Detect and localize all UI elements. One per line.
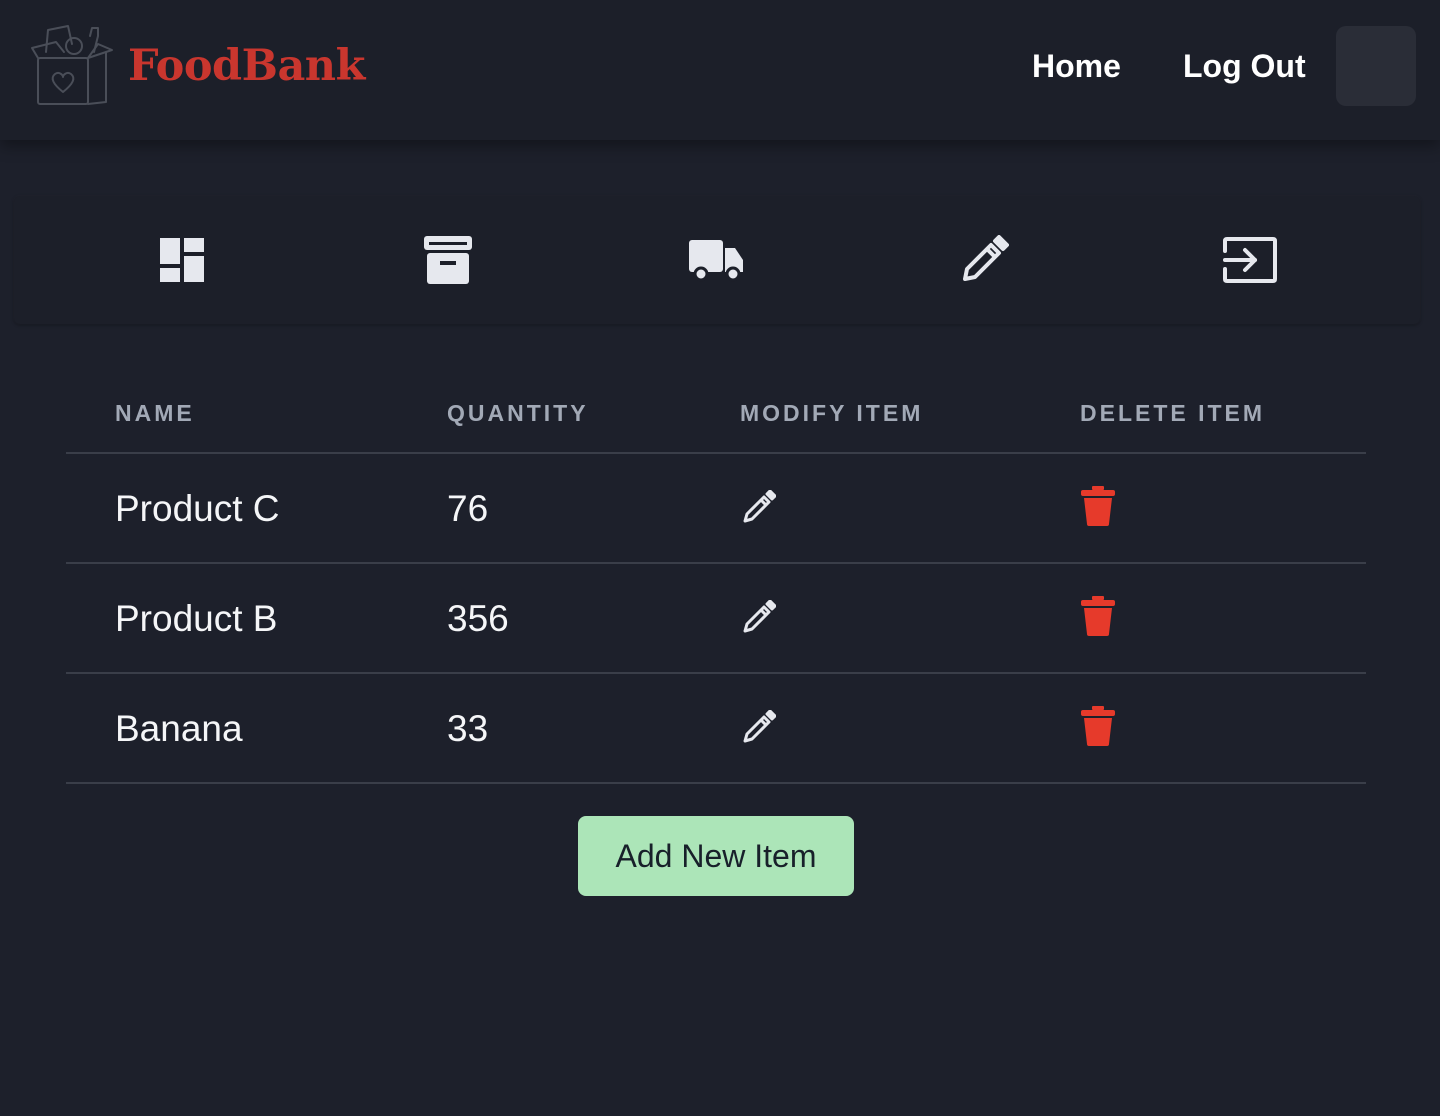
archive-icon: [424, 236, 472, 284]
nav-home-link[interactable]: Home: [1032, 46, 1121, 86]
avatar-button[interactable]: [1336, 26, 1416, 106]
item-quantity: 33: [447, 708, 489, 749]
table-row: Product B 356: [66, 564, 1366, 674]
trash-icon: [1081, 486, 1115, 526]
item-name: Banana: [115, 708, 243, 749]
header-delete-item: DELETE ITEM: [1080, 400, 1266, 426]
sign-in-icon: [1223, 237, 1277, 283]
toolbar: [14, 196, 1420, 324]
header-modify-item: MODIFY ITEM: [740, 400, 924, 426]
item-quantity: 76: [447, 488, 489, 529]
toolbar-truck-button[interactable]: [676, 220, 756, 300]
delete-item-button[interactable]: [1080, 596, 1116, 636]
inventory-table: NAME QUANTITY MODIFY ITEM DELETE ITEM Pr…: [66, 372, 1366, 784]
item-name: Product C: [115, 488, 280, 529]
header-name[interactable]: NAME: [115, 400, 195, 427]
trash-icon: [1081, 706, 1115, 746]
toolbar-archive-button[interactable]: [408, 220, 488, 300]
trash-icon: [1081, 596, 1115, 636]
item-name: Product B: [115, 598, 278, 639]
table-header: NAME QUANTITY MODIFY ITEM DELETE ITEM: [66, 372, 1366, 454]
brand-name[interactable]: FoodBank: [128, 38, 365, 94]
delete-item-button[interactable]: [1080, 486, 1116, 526]
item-quantity: 356: [447, 598, 509, 639]
nav-logout-link[interactable]: Log Out: [1183, 46, 1306, 86]
app-header: FoodBank Home Log Out: [0, 0, 1440, 140]
edit-item-button[interactable]: [742, 489, 777, 524]
add-new-item-button[interactable]: Add New Item: [578, 816, 854, 896]
toolbar-dashboard-button[interactable]: [142, 220, 222, 300]
truck-icon: [689, 240, 743, 282]
header-quantity[interactable]: QUANTITY: [447, 400, 589, 427]
toolbar-signin-button[interactable]: [1210, 220, 1290, 300]
pencil-icon: [743, 709, 777, 743]
pencil-icon: [743, 599, 777, 633]
edit-item-button[interactable]: [742, 599, 777, 634]
pencil-icon: [963, 235, 1009, 281]
toolbar-edit-button[interactable]: [944, 220, 1024, 300]
grocery-box-heart-icon: [31, 25, 113, 105]
dashboard-icon: [160, 238, 204, 282]
pencil-icon: [743, 489, 777, 523]
table-row: Product C 76: [66, 454, 1366, 564]
table-row: Banana 33: [66, 674, 1366, 784]
edit-item-button[interactable]: [742, 709, 777, 744]
delete-item-button[interactable]: [1080, 706, 1116, 746]
